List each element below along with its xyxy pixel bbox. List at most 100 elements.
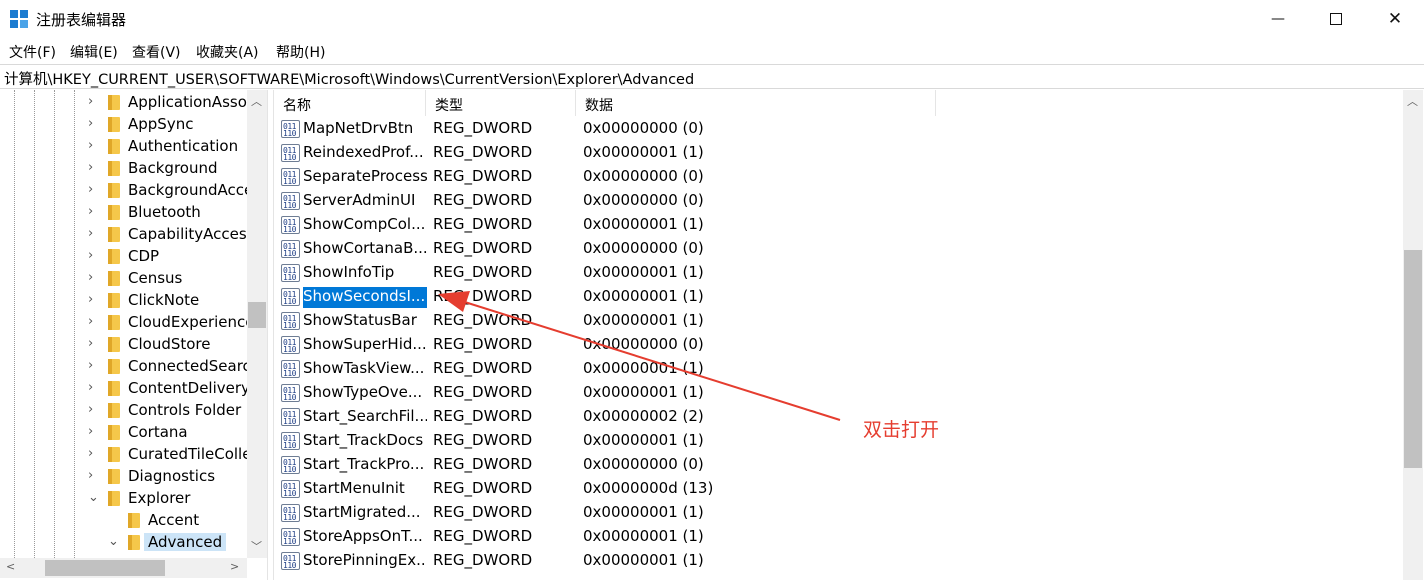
value-row[interactable]: ReindexedProf... REG_DWORD 0x00000001 (1): [274, 141, 1399, 165]
chevron-right-icon[interactable]: ›: [88, 270, 98, 285]
menu-favorites[interactable]: 收藏夹(A): [196, 42, 259, 62]
chevron-right-icon[interactable]: ›: [88, 380, 98, 395]
chevron-right-icon[interactable]: ›: [88, 446, 98, 461]
menu-file[interactable]: 文件(F): [9, 42, 56, 62]
chevron-right-icon[interactable]: ›: [88, 94, 98, 109]
tree-vertical-scrollbar[interactable]: ︿ ﹀: [247, 90, 267, 558]
chevron-right-icon[interactable]: ›: [88, 160, 98, 175]
value-row[interactable]: Start_TrackDocs REG_DWORD 0x00000001 (1): [274, 429, 1399, 453]
value-row-selected[interactable]: ShowSecondsI... REG_DWORD 0x00000001 (1): [274, 285, 1399, 309]
chevron-down-icon[interactable]: ⌄: [108, 534, 119, 549]
chevron-right-icon[interactable]: ›: [88, 204, 98, 219]
close-button[interactable]: ✕: [1366, 0, 1424, 38]
value-data: 0x00000000 (0): [583, 167, 704, 185]
chevron-right-icon[interactable]: ›: [88, 182, 98, 197]
maximize-button[interactable]: [1307, 0, 1365, 38]
value-row[interactable]: ServerAdminUI REG_DWORD 0x00000000 (0): [274, 189, 1399, 213]
menu-help[interactable]: 帮助(H): [276, 42, 325, 62]
tree-item[interactable]: › Census: [0, 268, 247, 290]
tree-item[interactable]: › CDP: [0, 246, 247, 268]
tree-item[interactable]: › CloudExperience: [0, 312, 255, 334]
scroll-left-icon[interactable]: <: [6, 560, 15, 573]
value-row[interactable]: ShowSuperHid... REG_DWORD 0x00000000 (0): [274, 333, 1399, 357]
chevron-right-icon[interactable]: ›: [88, 336, 98, 351]
tree-item-label: CDP: [128, 247, 160, 265]
value-name: Start_SearchFil...: [303, 407, 427, 425]
tree-item[interactable]: › AppSync: [0, 114, 247, 136]
tree-item[interactable]: ⌄ Explorer: [0, 488, 247, 510]
scroll-down-icon[interactable]: ﹀: [251, 538, 262, 554]
tree-scroll-thumb[interactable]: [248, 302, 266, 328]
tree-item[interactable]: › Cortana: [0, 422, 247, 444]
tree-item[interactable]: › Bluetooth: [0, 202, 247, 224]
value-row[interactable]: ShowInfoTip REG_DWORD 0x00000001 (1): [274, 261, 1399, 285]
menu-view[interactable]: 查看(V): [132, 42, 181, 62]
value-type: REG_DWORD: [433, 191, 533, 209]
tree-item[interactable]: › Authentication: [0, 136, 247, 158]
value-row[interactable]: Start_TrackPro... REG_DWORD 0x00000000 (0): [274, 453, 1399, 477]
tree-hscroll-thumb[interactable]: [45, 560, 165, 576]
value-data: 0x00000001 (1): [583, 215, 704, 233]
tree-item[interactable]: › BackgroundAcce: [0, 180, 253, 202]
reg-binary-value-icon: [281, 552, 300, 570]
minimize-icon: —: [1271, 11, 1285, 27]
minimize-button[interactable]: —: [1249, 0, 1307, 38]
value-row[interactable]: ShowCortanaB... REG_DWORD 0x00000000 (0): [274, 237, 1399, 261]
value-row[interactable]: ShowTaskView... REG_DWORD 0x00000001 (1): [274, 357, 1399, 381]
folder-icon: [108, 469, 120, 484]
column-header-type[interactable]: 类型: [426, 90, 576, 116]
column-header-data[interactable]: 数据: [576, 90, 936, 116]
scroll-up-icon[interactable]: ︿: [1407, 93, 1418, 109]
tree-item[interactable]: › ApplicationAsso: [0, 92, 247, 114]
tree-item[interactable]: › Background: [0, 158, 247, 180]
tree-item[interactable]: › Controls Folder: [0, 400, 247, 422]
chevron-right-icon[interactable]: ›: [88, 292, 98, 307]
value-row[interactable]: ShowTypeOve... REG_DWORD 0x00000001 (1): [274, 381, 1399, 405]
value-type: REG_DWORD: [433, 311, 533, 329]
tree-item[interactable]: › ClickNote: [0, 290, 247, 312]
value-row[interactable]: StorePinningEx... REG_DWORD 0x00000001 (1): [274, 549, 1399, 573]
tree-item-selected[interactable]: ⌄ Advanced: [0, 532, 247, 554]
value-row[interactable]: MapNetDrvBtn REG_DWORD 0x00000000 (0): [274, 117, 1399, 141]
tree-item-label: Bluetooth: [128, 203, 201, 221]
value-row[interactable]: ShowStatusBar REG_DWORD 0x00000001 (1): [274, 309, 1399, 333]
chevron-right-icon[interactable]: ›: [88, 424, 98, 439]
reg-binary-value-icon: [281, 192, 300, 210]
tree-item-label: CloudExperience: [128, 313, 255, 331]
tree-item[interactable]: › CapabilityAccess: [0, 224, 255, 246]
values-scroll-thumb[interactable]: [1404, 250, 1422, 468]
tree-item[interactable]: › ContentDelivery: [0, 378, 250, 400]
menu-edit[interactable]: 编辑(E): [70, 42, 118, 62]
value-row[interactable]: ShowCompCol... REG_DWORD 0x00000001 (1): [274, 213, 1399, 237]
chevron-right-icon[interactable]: ›: [88, 226, 98, 241]
chevron-right-icon[interactable]: ›: [88, 138, 98, 153]
scroll-up-icon[interactable]: ︿: [251, 93, 262, 109]
value-row[interactable]: StartMenuInit REG_DWORD 0x0000000d (13): [274, 477, 1399, 501]
tree-horizontal-scrollbar[interactable]: < >: [0, 558, 247, 578]
tree-item[interactable]: Accent: [0, 510, 247, 532]
tree-item[interactable]: › Diagnostics: [0, 466, 247, 488]
address-bar[interactable]: 计算机\HKEY_CURRENT_USER\SOFTWARE\Microsoft…: [0, 64, 1424, 89]
value-row[interactable]: Start_SearchFil... REG_DWORD 0x00000002 (2…: [274, 405, 1399, 429]
value-name: MapNetDrvBtn: [303, 119, 414, 137]
chevron-right-icon[interactable]: ›: [88, 116, 98, 131]
chevron-right-icon[interactable]: ›: [88, 358, 98, 373]
value-row[interactable]: StoreAppsOnT... REG_DWORD 0x00000001 (1): [274, 525, 1399, 549]
values-list-pane: 名称 类型 数据 MapNetDrvBtn REG_DWORD 0x00000000…: [273, 90, 1424, 580]
value-row[interactable]: SeparateProcess REG_DWORD 0x00000000 (0): [274, 165, 1399, 189]
chevron-right-icon[interactable]: ›: [88, 468, 98, 483]
chevron-down-icon[interactable]: ⌄: [88, 490, 99, 505]
column-header-name[interactable]: 名称: [274, 90, 426, 116]
tree-item[interactable]: › CloudStore: [0, 334, 247, 356]
chevron-right-icon[interactable]: ›: [88, 402, 98, 417]
value-type: REG_DWORD: [433, 359, 533, 377]
tree-item[interactable]: › CuratedTileColle: [0, 444, 251, 466]
tree-item-label: BackgroundAcce: [128, 181, 254, 199]
chevron-right-icon[interactable]: ›: [88, 314, 98, 329]
scroll-right-icon[interactable]: >: [230, 560, 239, 573]
values-vertical-scrollbar[interactable]: ︿: [1403, 90, 1423, 580]
chevron-right-icon[interactable]: ›: [88, 248, 98, 263]
tree-item[interactable]: › ConnectedSearc: [0, 356, 251, 378]
value-row[interactable]: StartMigrated... REG_DWORD 0x00000001 (1): [274, 501, 1399, 525]
folder-icon: [108, 491, 120, 506]
